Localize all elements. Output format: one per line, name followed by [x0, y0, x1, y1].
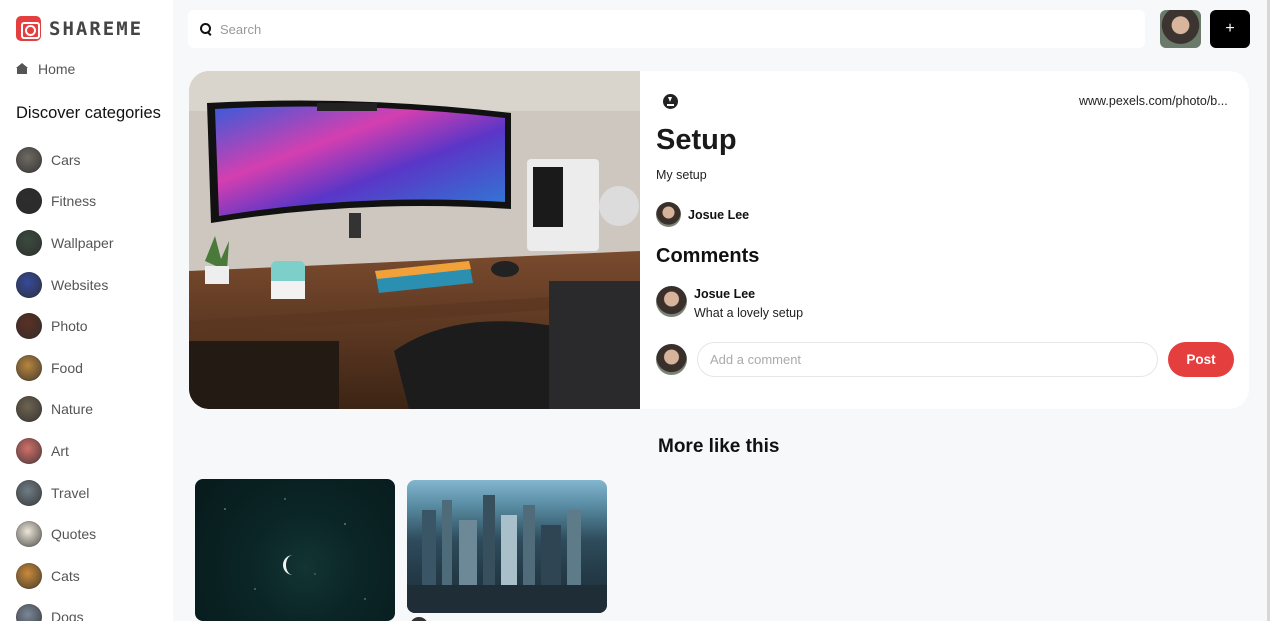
category-list: Cars Fitness Wallpaper Websites Photo Food Nat… [16, 139, 114, 621]
add-comment-row: Post [656, 342, 1234, 377]
sidebar-item-quotes[interactable]: Quotes [16, 513, 114, 555]
pin-description: My setup [656, 168, 707, 182]
camera-logo-icon [16, 16, 41, 41]
sidebar-item-art[interactable]: Art [16, 430, 114, 472]
sidebar-item-wallpaper[interactable]: Wallpaper [16, 222, 114, 264]
author-name: Josue Lee [688, 207, 750, 222]
category-label: Cars [51, 151, 81, 168]
category-thumbnail [16, 188, 42, 215]
category-thumbnail [16, 479, 42, 506]
home-label: Home [38, 61, 76, 77]
more-like-this-heading: More like this [658, 436, 780, 457]
category-label: Photo [51, 318, 88, 335]
category-label: Dogs [51, 609, 84, 621]
category-label: Travel [51, 484, 90, 501]
pin-image[interactable] [189, 71, 640, 409]
category-label: Fitness [51, 193, 97, 210]
sidebar-item-nature[interactable]: Nature [16, 389, 114, 431]
post-button[interactable]: Post [1168, 342, 1234, 377]
category-thumbnail [16, 229, 42, 256]
comment-item: Josue Lee What a lovely setup [656, 286, 803, 320]
sidebar-item-dogs[interactable]: Dogs [16, 597, 114, 621]
category-thumbnail [16, 271, 42, 298]
category-thumbnail [16, 354, 42, 381]
sidebar-item-home[interactable]: Home [16, 61, 75, 77]
sidebar-item-travel[interactable]: Travel [16, 472, 114, 514]
category-thumbnail [16, 313, 42, 340]
logo-text: SHAREME [49, 17, 144, 40]
category-label: Nature [51, 401, 94, 418]
sidebar-item-websites[interactable]: Websites [16, 264, 114, 306]
desk-setup-illustration [189, 71, 640, 409]
category-label: Quotes [51, 526, 97, 543]
category-label: Cats [51, 567, 80, 584]
discover-categories-heading: Discover categories [16, 104, 161, 122]
related-pin[interactable] [195, 479, 395, 621]
category-thumbnail [16, 437, 42, 464]
pin-detail-card: www.pexels.com/photo/b... Setup My setup… [189, 71, 1249, 409]
commenter-avatar[interactable] [656, 286, 687, 317]
home-icon [16, 63, 28, 75]
category-thumbnail [16, 562, 42, 589]
sidebar-item-cars[interactable]: Cars [16, 139, 114, 181]
category-label: Art [51, 442, 69, 459]
sidebar-item-photo[interactable]: Photo [16, 305, 114, 347]
comment-input[interactable] [697, 342, 1158, 377]
category-thumbnail [16, 396, 42, 423]
category-thumbnail [16, 146, 42, 173]
related-pin[interactable] [407, 480, 607, 613]
download-icon[interactable] [663, 94, 678, 109]
comments-heading: Comments [656, 245, 760, 267]
related-pin-author-avatar[interactable] [410, 617, 428, 621]
comment-user: Josue Lee [694, 287, 756, 301]
author-avatar [656, 202, 681, 227]
create-pin-button[interactable]: + [1210, 10, 1250, 48]
sidebar: SHAREME Home Discover categories Cars Fit… [0, 0, 173, 621]
category-label: Wallpaper [51, 234, 114, 251]
pin-author[interactable]: Josue Lee [656, 202, 749, 227]
sidebar-item-cats[interactable]: Cats [16, 555, 114, 597]
sidebar-item-fitness[interactable]: Fitness [16, 181, 114, 223]
sidebar-item-food[interactable]: Food [16, 347, 114, 389]
app-logo[interactable]: SHAREME [16, 16, 143, 41]
current-user-avatar[interactable] [656, 344, 687, 375]
pin-title: Setup [656, 124, 737, 156]
search-bar[interactable] [188, 10, 1145, 48]
search-icon [200, 23, 212, 35]
search-input[interactable] [220, 21, 1120, 37]
city-skyline-illustration [407, 495, 607, 613]
moon-night-illustration [224, 498, 366, 600]
comment-text: What a lovely setup [694, 306, 804, 320]
category-label: Food [51, 359, 83, 376]
user-avatar[interactable] [1160, 10, 1201, 48]
source-link[interactable]: www.pexels.com/photo/b... [1079, 94, 1235, 108]
category-thumbnail [16, 521, 42, 548]
category-thumbnail [16, 604, 42, 621]
category-label: Websites [51, 276, 109, 293]
